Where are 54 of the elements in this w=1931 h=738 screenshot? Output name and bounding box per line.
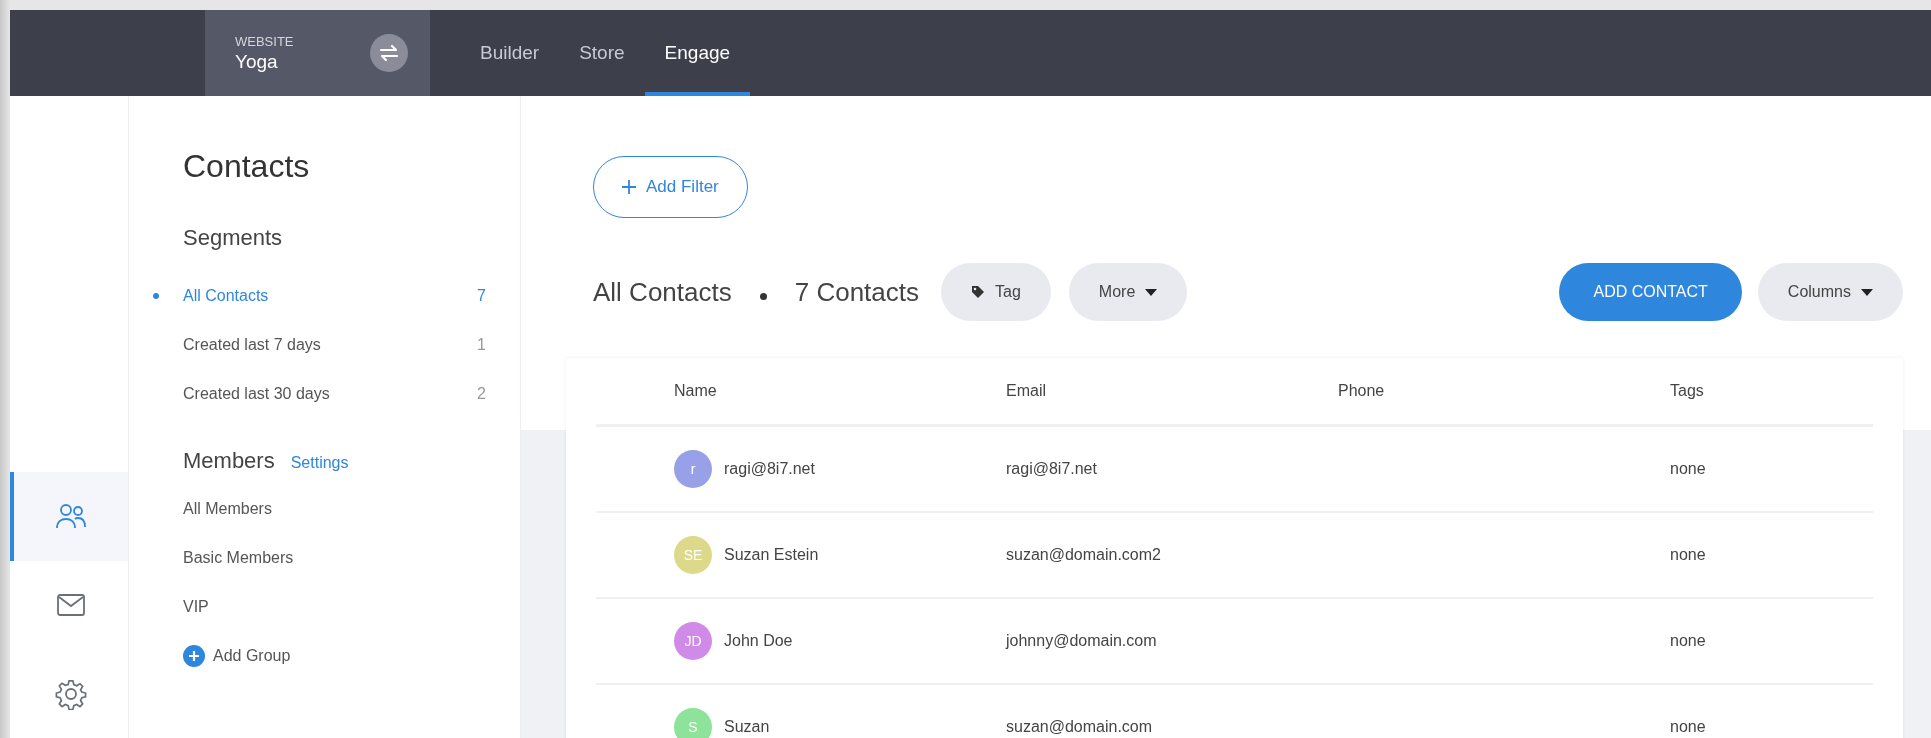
people-icon <box>56 503 86 530</box>
tags-cell-text: none <box>1670 460 1707 478</box>
more-dropdown[interactable]: More <box>1068 263 1188 321</box>
caret-icon <box>1145 288 1158 296</box>
tags-cell-text: none <box>1670 546 1707 564</box>
separator-dot <box>759 292 767 300</box>
plus-icon <box>622 180 636 194</box>
caret-icon <box>1861 288 1873 296</box>
contact-name[interactable]: John Doe <box>724 632 793 650</box>
website-name: Yoga <box>235 50 279 73</box>
segment-item[interactable]: All Contacts 7 <box>153 271 520 320</box>
column-header[interactable]: Name <box>674 382 1006 400</box>
website-label: WEBSITE <box>235 33 294 49</box>
settings-link[interactable]: Settings <box>290 454 349 472</box>
nav-tab[interactable]: Store <box>559 10 645 96</box>
website-switcher[interactable]: WEBSITE Yoga <box>205 10 430 96</box>
email-cell-text: ragi@8i7.net <box>1006 460 1098 478</box>
member-group-item[interactable]: VIP <box>183 582 520 631</box>
contact-name[interactable]: ragi@8i7.net <box>724 460 815 478</box>
email-cell-text: suzan@domain.com <box>1006 718 1154 736</box>
columns-dropdown[interactable]: Columns <box>1757 263 1903 321</box>
tag-icon <box>971 285 986 299</box>
tags-cell-text: none <box>1670 718 1707 736</box>
avatar-initials: S <box>674 708 712 738</box>
nav-tab[interactable]: Builder <box>460 10 560 96</box>
contact-name[interactable]: Suzan <box>724 718 770 736</box>
contact-name[interactable]: Suzan Estein <box>724 546 819 564</box>
tag-button[interactable]: Tag <box>941 263 1051 321</box>
avatar-initials: r <box>674 450 712 488</box>
mail-icon <box>57 594 85 617</box>
avatar-initials: JD <box>674 622 712 660</box>
section-heading: Segments <box>183 225 284 251</box>
segment-item[interactable]: Created last 7 days 1 <box>153 320 520 369</box>
column-header[interactable]: Phone <box>1338 382 1670 400</box>
settings-icon <box>55 677 87 710</box>
segment-item[interactable]: Created last 30 days 2 <box>153 369 520 418</box>
column-header[interactable]: Email <box>1006 382 1338 400</box>
page-title: Contacts <box>183 148 311 185</box>
member-group-item[interactable]: All Members <box>183 484 520 533</box>
email-cell-text: johnny@domain.com <box>1006 632 1158 650</box>
add-group-link[interactable]: Add Group <box>183 631 520 680</box>
email-cell-text: suzan@domain.com2 <box>1006 546 1162 564</box>
add-filter-button[interactable]: Add Filter <box>593 156 748 218</box>
list-name: All Contacts <box>593 276 732 308</box>
tags-cell-text: none <box>1670 632 1707 650</box>
member-group-item[interactable]: Basic Members <box>183 533 520 582</box>
section-heading: Members <box>183 448 275 474</box>
avatar-initials: SE <box>674 536 712 574</box>
swap-arrows-icon[interactable] <box>370 34 408 72</box>
contact-count: 7 Contacts <box>794 276 920 308</box>
add-contact-button[interactable]: ADD CONTACT <box>1559 263 1742 321</box>
rail-item[interactable] <box>10 472 128 561</box>
column-header[interactable]: Tags <box>1670 382 1873 400</box>
plus-circle-icon <box>183 644 205 667</box>
